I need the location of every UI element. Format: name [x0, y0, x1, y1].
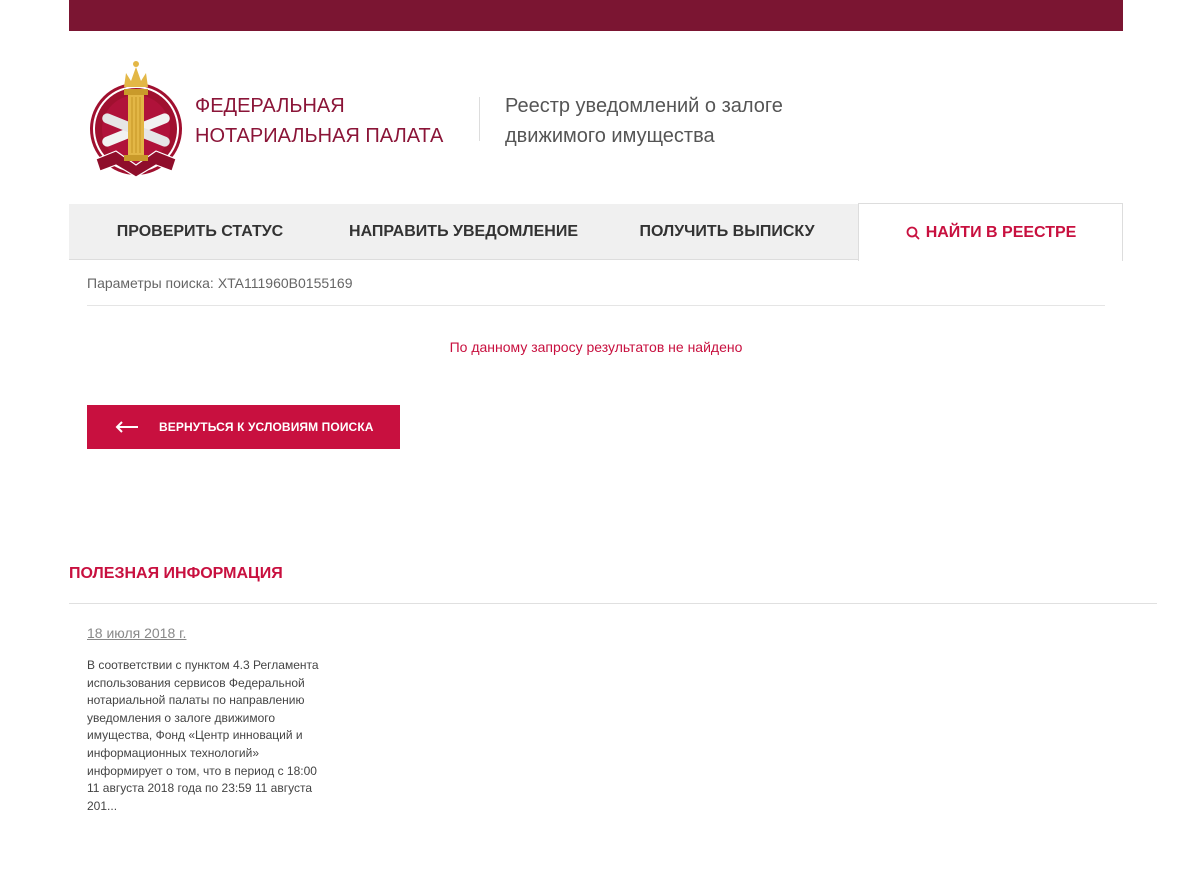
tab-get-extract[interactable]: ПОЛУЧИТЬ ВЫПИСКУ [596, 204, 858, 260]
tab-send-notification[interactable]: НАПРАВИТЬ УВЕДОМЛЕНИЕ [331, 204, 596, 260]
useful-info-divider [69, 603, 1157, 604]
site-header: ФЕДЕРАЛЬНАЯ НОТАРИАЛЬНАЯ ПАЛАТА Реестр у… [69, 31, 1123, 204]
search-params: Параметры поиска: XTA111960B0155169 [87, 270, 1105, 306]
main-nav: ПРОВЕРИТЬ СТАТУС НАПРАВИТЬ УВЕДОМЛЕНИЕ П… [69, 203, 1123, 261]
org-name[interactable]: ФЕДЕРАЛЬНАЯ НОТАРИАЛЬНАЯ ПАЛАТА [195, 91, 443, 151]
header-divider [479, 97, 480, 141]
back-to-search-button[interactable]: ВЕРНУТЬСЯ К УСЛОВИЯМ ПОИСКА [87, 405, 400, 449]
top-brand-bar [69, 0, 1123, 31]
search-params-value: XTA111960B0155169 [217, 275, 353, 291]
news-date-link[interactable]: 18 июля 2018 г. [87, 623, 186, 643]
no-results-message: По данному запросу результатов не найден… [449, 339, 743, 355]
news-text: В соответствии с пунктом 4.3 Регламента … [87, 658, 319, 813]
arrow-left-icon [115, 421, 138, 433]
tab-check-status[interactable]: ПРОВЕРИТЬ СТАТУС [69, 204, 331, 260]
search-params-label: Параметры поиска: [87, 275, 214, 291]
back-to-search-label: ВЕРНУТЬСЯ К УСЛОВИЯМ ПОИСКА [159, 420, 374, 434]
registry-title: Реестр уведомлений о залоге движимого им… [505, 95, 783, 147]
notary-emblem-icon[interactable] [86, 55, 186, 179]
search-icon [906, 226, 920, 239]
tab-find-in-registry[interactable]: НАЙТИ В РЕЕСТРЕ [858, 203, 1123, 261]
useful-info-title: ПОЛЕЗНАЯ ИНФОРМАЦИЯ [69, 565, 283, 582]
